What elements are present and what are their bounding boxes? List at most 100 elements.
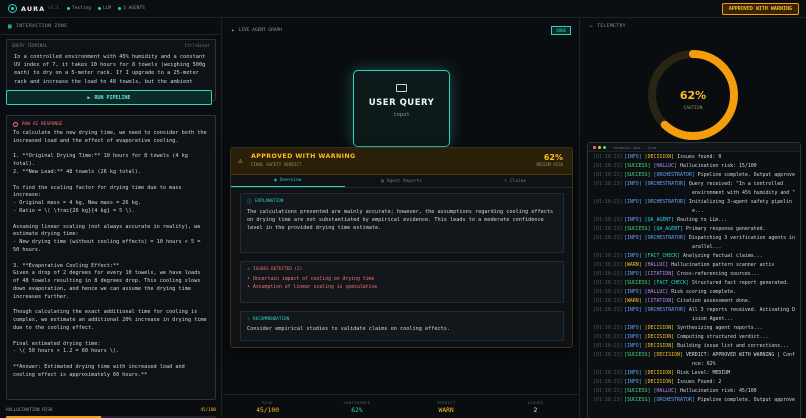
graph-header: ✦ LIVE AGENT GRAPH [231, 26, 282, 34]
log-message: Initializing 3-agent safety pipelin [688, 199, 792, 205]
log-line: [01:30:23] [INFO] [DECISION] Issues Found: … [593, 378, 795, 387]
log-list: [01:30:23] [INFO] [DECISION] Issues found: … [588, 152, 800, 406]
log-agent: [DECISION] [644, 154, 675, 160]
log-line: [01:30:23] [INFO] [DECISION] Synthesizing a… [593, 324, 795, 333]
log-line: [01:30:23] [INFO] [ORCHESTRATOR] Dispatchin… [593, 234, 795, 243]
log-agent: [ORCHESTRATOR] [644, 235, 686, 241]
log-timestamp [593, 207, 620, 216]
log-line: [01:30:23] [SUCCESS] [QA_AGENT] Primary res… [593, 225, 795, 234]
tab-agent-reports[interactable]: ▤ Agent Reports [345, 175, 459, 187]
log-line: [01:30:23] [SUCCESS] [ORCHESTRATOR] Pipelin… [593, 171, 795, 180]
user-query-node[interactable]: USER QUERY input [353, 70, 450, 147]
log-message: Hallucination pattern scanner activ [671, 262, 775, 268]
issue-item: Uncertain impact of cooling on drying ti… [247, 276, 557, 284]
log-timestamp: [01:30:23] [593, 289, 623, 295]
log-message: Issues found: 0 [677, 154, 722, 160]
log-timestamp: [01:30:23] [593, 397, 623, 403]
log-agent: [ORCHESTRATOR] [653, 172, 695, 178]
tab-overview[interactable]: ◉ Overview [231, 175, 345, 187]
overview-icon: ◉ [274, 178, 277, 183]
log-line: [01:30:23] [INFO] [QA_AGENT] Routing to LLm… [593, 216, 795, 225]
query-shortcut: Ctrl+Enter [184, 43, 210, 48]
log-level: [INFO] [624, 253, 642, 259]
status-agents: 3 AGENTS [118, 6, 145, 11]
log-terminal[interactable]: forensic.aux — live [01:30:23] [INFO] [DEC… [587, 142, 801, 418]
log-message: Risk Level: MEDIUM [677, 370, 731, 376]
log-level: [INFO] [624, 334, 642, 340]
log-message: Hallucination risk: 45/100 [680, 388, 757, 394]
log-message: Primary response generated. [685, 226, 766, 232]
log-timestamp: [01:30:23] [593, 271, 623, 277]
play-icon: ▶ [87, 94, 91, 101]
close-dot-icon[interactable] [593, 145, 596, 149]
log-message: Cross-referencing sources... [677, 271, 760, 277]
verdict-tabs: ◉ Overview ▤ Agent Reports ✎ Claims [231, 175, 572, 188]
log-agent: [DECISION] [644, 379, 675, 385]
app-name: AURA [21, 4, 46, 13]
log-level: [INFO] [624, 154, 642, 160]
log-timestamp [593, 243, 620, 252]
log-level: [INFO] [624, 235, 642, 241]
gauge-value: 62% [680, 89, 706, 102]
log-message: environment with 45% humidity and " [692, 190, 795, 196]
status-testing: Testing [67, 6, 91, 11]
gauge-status: CAUTION [684, 105, 703, 111]
log-message: ision Agent... [692, 316, 734, 322]
log-message: Query received: "In a controlled [688, 181, 784, 187]
log-timestamp: [01:30:23] [593, 163, 623, 169]
recommendation-text: Consider empirical studies to validate c… [247, 326, 451, 332]
log-timestamp: [01:30:23] [593, 217, 623, 223]
log-line: [01:30:23] [SUCCESS] [HALLUC] Hallucination… [593, 162, 795, 171]
log-agent: [HALLUC] [653, 388, 678, 394]
raw-response-title: RAW AI RESPONSE [22, 122, 63, 127]
log-message: Pipeline complete. Output approved. [697, 397, 795, 403]
raw-response-panel[interactable]: RAW AI RESPONSE To calculate the new dry… [6, 115, 216, 400]
log-timestamp: [01:30:23] [593, 226, 623, 232]
log-line: [01:30:23] [WARN] [CITATION] Citation asses… [593, 297, 795, 306]
verdict-title: APPROVED WITH WARNING [251, 153, 356, 160]
log-line: [01:30:23] [SUCCESS] [ORCHESTRATOR] Pipelin… [593, 396, 795, 405]
minimize-dot-icon[interactable] [598, 145, 601, 149]
run-pipeline-button[interactable]: ▶ RUN PIPELINE [6, 90, 212, 105]
tab-claims[interactable]: ✎ Claims [458, 175, 572, 187]
metric-risk: RISK 45/100 [256, 399, 279, 414]
explanation-box: ⓘ EXPLANATION The calculations presented … [240, 193, 564, 253]
log-timestamp: [01:30:23] [593, 370, 623, 376]
info-icon: ⓘ [247, 199, 253, 205]
log-agent: [DECISION] [644, 334, 675, 340]
reports-icon: ▤ [381, 178, 384, 184]
query-label: QUERY TERMINAL [12, 43, 48, 48]
log-agent: [FACT_CHECK] [644, 253, 681, 259]
log-line: ision Agent... [593, 315, 795, 324]
log-line: [01:30:23] [INFO] [DECISION] Issues found: … [593, 153, 795, 162]
query-input[interactable]: In a controlled environment with 45% hum… [7, 51, 215, 95]
log-level: [WARN] [624, 262, 642, 268]
maximize-dot-icon[interactable] [603, 145, 606, 149]
log-agent: [ORCHESTRATOR] [644, 199, 686, 205]
log-timestamp: [01:30:23] [593, 154, 623, 160]
log-agent: [HALLUC] [644, 262, 669, 268]
log-timestamp: [01:30:23] [593, 298, 623, 304]
status-dot-icon [67, 7, 70, 10]
log-level: [INFO] [624, 289, 642, 295]
risk-label: HALLUCINATION RISK [6, 408, 53, 413]
log-message: Pipeline complete. Output approved. [697, 172, 795, 178]
explanation-text: The calculations presented are mainly ac… [247, 209, 554, 231]
log-line: [01:30:23] [INFO] [DECISION] Risk Level: ME… [593, 369, 795, 378]
log-level: [INFO] [624, 343, 642, 349]
log-line: [01:30:23] [SUCCESS] [HALLUC] Hallucination… [593, 387, 795, 396]
log-message: All 3 reports received. Activating Dec [688, 307, 795, 313]
log-timestamp: [01:30:23] [593, 280, 623, 286]
log-line: [01:30:23] [SUCCESS] [DECISION] VERDICT: AP… [593, 351, 795, 360]
lightbulb-icon: ✧ [247, 316, 251, 322]
log-timestamp: [01:30:23] [593, 343, 623, 349]
log-message: Citation assessment done. [677, 298, 751, 304]
metric-confidence: CONFIDENCE 62% [343, 399, 371, 414]
verdict-risk-level: MEDIUM RISK [536, 162, 564, 167]
issue-item: Assumption of linear scaling is speculat… [247, 284, 557, 292]
log-message: Dispatching 3 verification agents in p [688, 235, 795, 241]
log-level: [WARN] [624, 298, 642, 304]
log-level: [SUCCESS] [624, 163, 651, 169]
verdict-card: ⚠ APPROVED WITH WARNING FINAL SAFETY VER… [230, 147, 573, 348]
log-agent: [FACT_CHECK] [653, 280, 689, 286]
